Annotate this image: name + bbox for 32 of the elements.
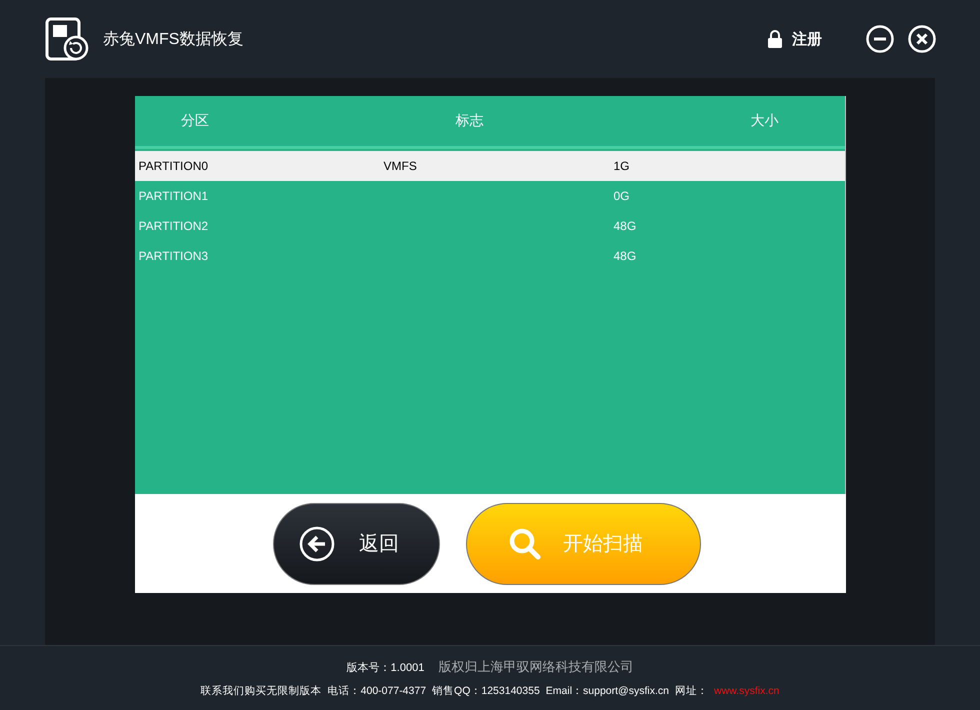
column-header[interactable]: 分区 bbox=[134, 112, 256, 130]
table-cell-text: VMFS bbox=[384, 159, 418, 173]
window-title: 赤兔VMFS数据恢复 bbox=[103, 30, 244, 50]
table-cell-text: 0G bbox=[614, 189, 631, 203]
phone-text: 电话：400-077-4377 bbox=[328, 684, 426, 698]
lock-icon[interactable] bbox=[768, 30, 782, 48]
table-cell-text: 48G bbox=[614, 219, 638, 233]
table-row[interactable]: PARTITION2 48G bbox=[134, 211, 844, 241]
back-button[interactable]: 返回 bbox=[273, 502, 440, 584]
table-row[interactable]: PARTITION1 0G bbox=[134, 181, 844, 211]
table-cell-text: PARTITION0 bbox=[138, 159, 210, 173]
website-link[interactable]: www.sysfix.cn bbox=[714, 685, 780, 697]
column-header[interactable]: 大小 bbox=[684, 112, 844, 130]
column-header[interactable]: 标志 bbox=[255, 112, 684, 130]
start-scan-button[interactable]: 开始扫描 bbox=[466, 502, 701, 584]
table-cell-text: PARTITION1 bbox=[138, 189, 210, 203]
table-row[interactable]: PARTITION0 VMFS 1G bbox=[134, 151, 844, 181]
website-label: 网址： bbox=[674, 684, 708, 698]
table-row[interactable]: PARTITION3 48G bbox=[134, 241, 844, 271]
table-cell-text: 1G bbox=[614, 159, 631, 173]
register-link[interactable]: 注册 bbox=[792, 30, 822, 48]
minimize-icon[interactable] bbox=[866, 25, 894, 53]
version-text: 版本号：1.0001 bbox=[346, 660, 424, 674]
email-text: Email：support@sysfix.cn bbox=[546, 684, 669, 698]
table-cell-text: 48G bbox=[614, 249, 638, 263]
qq-text: 销售QQ：1253140355 bbox=[432, 684, 540, 698]
copyright-text: 版权归上海甲驭网络科技有限公司 bbox=[438, 658, 634, 676]
disk-restore-icon bbox=[45, 17, 89, 61]
table-cell-text: PARTITION2 bbox=[138, 219, 210, 233]
contact-text: 联系我们购买无限制版本 bbox=[200, 684, 322, 698]
close-icon[interactable] bbox=[908, 25, 936, 53]
table-cell-text: PARTITION3 bbox=[138, 249, 210, 263]
